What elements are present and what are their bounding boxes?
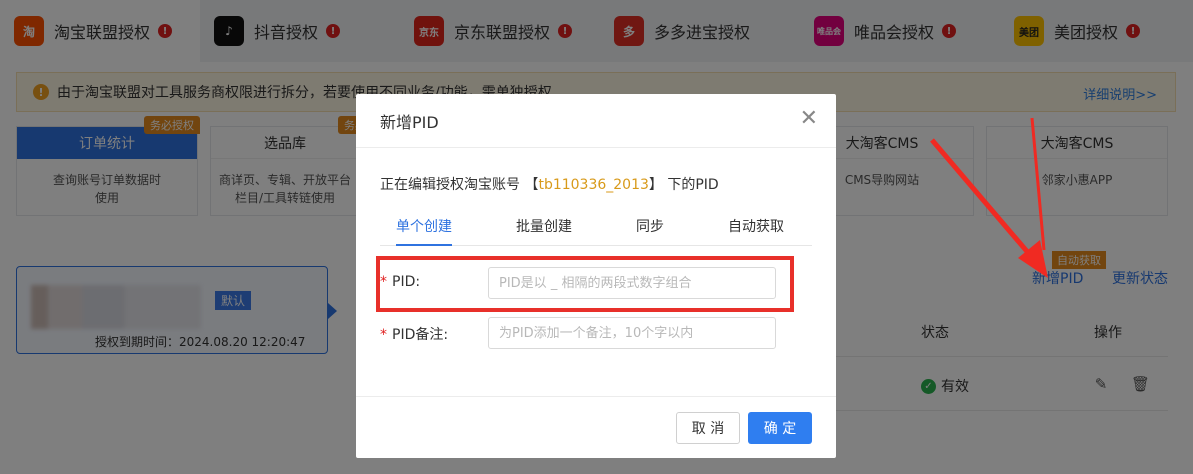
- add-pid-dialog: 新增PID ✕ 正在编辑授权淘宝账号 【tb110336_2013】 下的PID…: [356, 94, 836, 458]
- note-label: * PID备注:: [380, 327, 449, 343]
- dialog-footer-divider: [356, 396, 836, 397]
- dialog-subtitle: 正在编辑授权淘宝账号 【tb110336_2013】 下的PID: [380, 174, 719, 194]
- create-mode-tabs: 单个创建 批量创建 同步 自动获取: [380, 212, 812, 246]
- tab-batch-create[interactable]: 批量创建: [516, 216, 572, 246]
- pid-label-text: PID: [392, 274, 416, 290]
- account-name: tb110336_2013: [538, 177, 649, 193]
- confirm-button[interactable]: 确 定: [748, 412, 812, 444]
- pid-label: * PID:: [380, 274, 421, 290]
- tab-sync[interactable]: 同步: [636, 216, 664, 246]
- note-label-text: PID备注: [392, 327, 444, 343]
- note-input[interactable]: [488, 317, 776, 349]
- pid-input[interactable]: [488, 267, 776, 299]
- tab-single-create[interactable]: 单个创建: [396, 216, 452, 246]
- subtitle-suffix: 】 下的PID: [648, 177, 719, 193]
- subtitle-prefix: 正在编辑授权淘宝账号 【: [380, 177, 539, 193]
- cancel-button[interactable]: 取 消: [676, 412, 740, 444]
- tab-auto-get[interactable]: 自动获取: [728, 216, 784, 246]
- close-icon[interactable]: ✕: [800, 108, 818, 130]
- dialog-title: 新增PID: [356, 94, 836, 148]
